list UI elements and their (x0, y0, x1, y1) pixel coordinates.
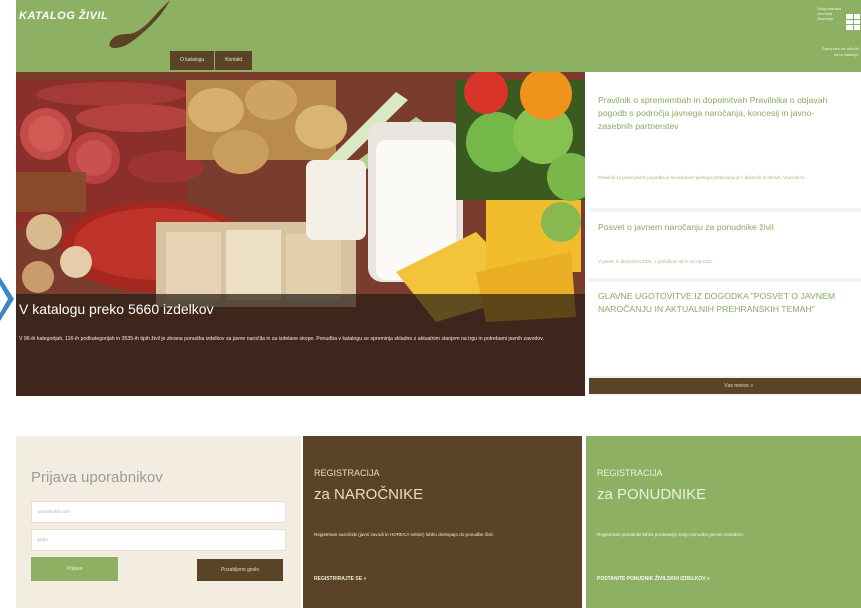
register-buyers-title: za NAROČNIKE (314, 486, 424, 503)
news-title[interactable]: Posvet o javnem naročanju za ponudnike ž… (598, 221, 838, 234)
register-buyers-description: Registrirani naročniki (javni zavodi in … (314, 532, 494, 537)
login-title: Prijava uporabnikov (31, 469, 163, 486)
register-sellers-title: za PONUDNIKE (597, 486, 707, 503)
hero-banner[interactable]: V katalogu preko 5660 izdelkov V 96-ih k… (16, 72, 585, 396)
news-title[interactable]: Pravilnik o spremembah in dopolnitvah Pr… (598, 94, 838, 133)
news-meta: Pravilnik za javne javnih pogodba je na … (598, 175, 808, 180)
news-item[interactable]: Posvet o javnem naročanju za ponudnike ž… (589, 212, 861, 278)
slider-prev-arrow-icon[interactable] (0, 277, 14, 321)
site-logo[interactable]: KATALOG ŽIVIL (19, 10, 108, 22)
register-sellers-kicker: REGISTRACIJA (597, 468, 663, 478)
register-sellers-description: Registrirani ponudniki lahko predstavijo… (597, 532, 744, 537)
ministry-text: Gospodarska zbornica Slovenije (817, 6, 841, 21)
nav-item-kontakt[interactable]: Kontakt (215, 51, 254, 70)
news-panel: Pravilnik o spremembah in dopolnitvah Pr… (589, 84, 861, 396)
news-item[interactable]: Pravilnik o spremembah in dopolnitvah Pr… (589, 84, 861, 208)
login-button[interactable]: Prijava (31, 557, 118, 581)
login-panel: Prijava uporabnikov uporabniško ime gesl… (16, 436, 301, 608)
page: KATALOG ŽIVIL O katalogu Kontakt Gospoda… (0, 0, 861, 608)
register-sellers-panel[interactable]: REGISTRACIJA za PONUDNIKE Registrirani p… (586, 436, 861, 608)
news-meta: V petek, 3. decembra 2021, z pričetkom o… (598, 259, 712, 264)
ministry-logo-icon[interactable] (846, 14, 860, 30)
register-buyers-kicker: REGISTRACIJA (314, 468, 380, 478)
register-sellers-link[interactable]: POSTANITE PONUDNIK ŽIVILSKIH IZDELKOV » (597, 576, 710, 582)
username-input[interactable]: uporabniško ime (31, 501, 286, 523)
hero-title: V katalogu preko 5660 izdelkov (19, 301, 214, 317)
forgot-password-button[interactable]: Pozabljeno geslo (197, 559, 283, 581)
nav-item-o-katalogu[interactable]: O katalogu (170, 51, 216, 70)
site-header: KATALOG ŽIVIL O katalogu Kontakt Gospoda… (16, 0, 861, 72)
register-buyers-link[interactable]: REGISTRIRAJTE SE » (314, 576, 366, 582)
news-item[interactable]: GLAVNE UGOTOVITVE IZ DOGODKA "POSVET O J… (589, 282, 861, 376)
hero-description: V 96-ih kategorijah, 116-ih podkategorij… (19, 336, 544, 342)
main-nav: O katalogu Kontakt (170, 51, 254, 70)
hero-caption: V katalogu preko 5660 izdelkov V 96-ih k… (16, 294, 585, 396)
password-input[interactable]: geslo (31, 529, 286, 551)
register-buyers-panel[interactable]: REGISTRACIJA za NAROČNIKE Registrirani n… (303, 436, 582, 608)
news-title[interactable]: GLAVNE UGOTOVITVE IZ DOGODKA "POSVET O J… (598, 290, 848, 316)
more-news-link[interactable]: Vse novice » (589, 378, 861, 394)
ministry-link[interactable]: Zakaj smo se odločili za ta katalog? (821, 46, 859, 58)
